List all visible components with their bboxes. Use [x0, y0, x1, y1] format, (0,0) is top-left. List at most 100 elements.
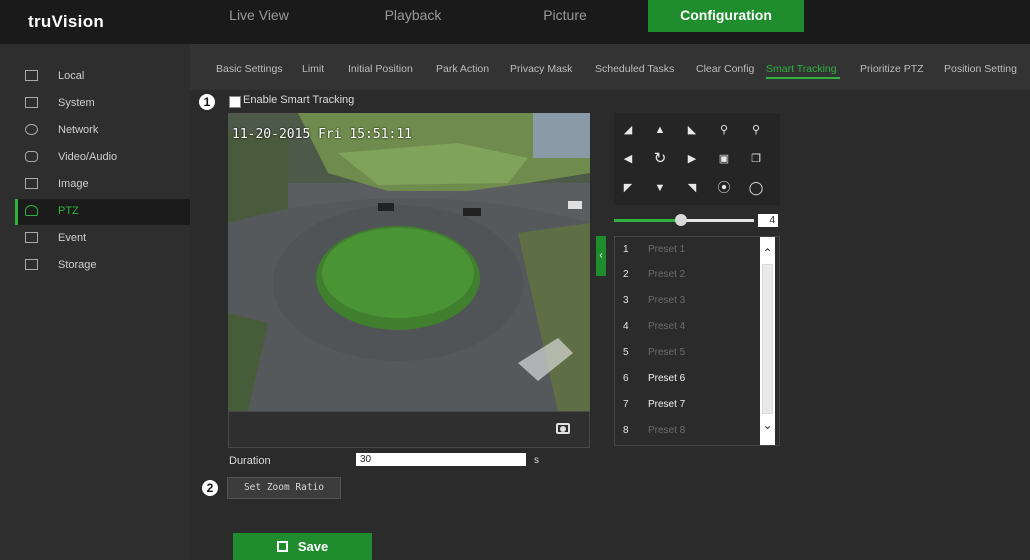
subtab-clear-config[interactable]: Clear Config: [696, 63, 754, 75]
preset-number: 6: [623, 373, 629, 384]
subtab-prioritize-ptz[interactable]: Prioritize PTZ: [860, 63, 924, 75]
monitor-icon: [25, 70, 38, 81]
preset-label: Preset 5: [648, 347, 686, 358]
preset-item[interactable]: 4 Preset 4: [615, 314, 763, 340]
video-timestamp: 11-20-2015 Fri 15:51:11: [232, 127, 413, 142]
save-button[interactable]: Save: [233, 533, 372, 560]
auto-pan-icon[interactable]: ↻: [646, 146, 674, 172]
sidebar-item-local[interactable]: Local: [15, 64, 190, 90]
sidebar-item-ptz[interactable]: PTZ: [15, 199, 190, 225]
callout-2: 2: [202, 480, 218, 496]
preset-number: 2: [623, 269, 629, 280]
focus-far-icon[interactable]: ❐: [742, 146, 770, 172]
ptz-speed-fill: [614, 219, 680, 222]
subtab-limit[interactable]: Limit: [302, 63, 324, 75]
iris-close-icon[interactable]: ◯: [742, 175, 770, 201]
camera-icon[interactable]: [556, 423, 570, 434]
tab-picture[interactable]: Picture: [510, 0, 620, 32]
focus-near-icon[interactable]: ▣: [710, 146, 738, 172]
live-video-view[interactable]: [228, 113, 590, 411]
sidebar-item-label: Storage: [58, 259, 97, 271]
system-icon: [25, 97, 38, 108]
tab-configuration[interactable]: Configuration: [648, 0, 804, 32]
ptz-speed-value: 4: [758, 214, 778, 227]
up-right-arrow-icon[interactable]: ◣: [678, 117, 706, 143]
preset-item[interactable]: 5 Preset 5: [615, 340, 763, 366]
sidebar-item-label: Event: [58, 232, 87, 244]
iris-open-icon[interactable]: ⦿: [710, 175, 738, 201]
collapse-panel-button[interactable]: ‹: [596, 236, 606, 276]
sidebar-item-label: Local: [58, 70, 85, 82]
down-left-arrow-icon[interactable]: ◤: [614, 175, 642, 201]
down-arrow-icon[interactable]: ▼: [646, 175, 674, 201]
down-right-arrow-icon[interactable]: ◥: [678, 175, 706, 201]
preset-list[interactable]: 1 Preset 1 2 Preset 2 3 Preset 3 4 Prese…: [614, 236, 780, 446]
subtab-active-underline: [766, 77, 840, 79]
preset-number: 4: [623, 321, 629, 332]
left-arrow-icon[interactable]: ◀: [614, 146, 642, 172]
preset-number: 5: [623, 347, 629, 358]
up-left-arrow-icon[interactable]: ◢: [614, 117, 642, 143]
sidebar-item-label: Video/Audio: [58, 151, 118, 163]
tab-live-view[interactable]: Live View: [204, 0, 314, 32]
up-arrow-icon[interactable]: ▲: [646, 117, 674, 143]
preset-scrollbar-thumb[interactable]: [762, 264, 773, 414]
sidebar-item-event[interactable]: Event: [15, 226, 190, 252]
sidebar-item-video-audio[interactable]: Video/Audio: [15, 145, 190, 171]
right-arrow-icon[interactable]: ▶: [678, 146, 706, 172]
preset-number: 7: [623, 399, 629, 410]
chevron-down-icon[interactable]: ⌄: [760, 418, 775, 436]
preset-item[interactable]: 6 Preset 6: [615, 366, 763, 392]
sidebar-item-label: Image: [58, 178, 89, 190]
sidebar-item-storage[interactable]: Storage: [15, 253, 190, 279]
preset-item[interactable]: 7 Preset 7: [615, 392, 763, 418]
subtab-position-setting[interactable]: Position Setting: [944, 63, 1017, 75]
subtab-privacy-mask[interactable]: Privacy Mask: [510, 63, 572, 75]
floppy-disk-icon: [276, 541, 288, 552]
trueVision-logo: truVision: [28, 12, 105, 31]
chevron-up-icon[interactable]: ⌃: [760, 246, 775, 264]
video-toolbar: [228, 411, 590, 448]
sidebar-item-label: PTZ: [58, 205, 79, 217]
ptz-camera-icon: [25, 205, 38, 216]
calendar-icon: [25, 232, 38, 243]
subtab-basic-settings[interactable]: Basic Settings: [216, 63, 283, 75]
preset-label: Preset 8: [648, 425, 686, 436]
enable-smart-tracking-label: Enable Smart Tracking: [243, 94, 355, 106]
preset-label: Preset 6: [648, 373, 686, 384]
set-zoom-ratio-button[interactable]: Set Zoom Ratio: [227, 477, 341, 499]
preset-item[interactable]: 8 Preset 8: [615, 418, 763, 444]
preset-number: 1: [623, 244, 629, 255]
duration-label: Duration: [229, 455, 271, 467]
preset-item[interactable]: 3 Preset 3: [615, 288, 763, 314]
tab-playback[interactable]: Playback: [358, 0, 468, 32]
subtab-initial-position[interactable]: Initial Position: [348, 63, 413, 75]
preset-number: 3: [623, 295, 629, 306]
sidebar-item-label: System: [58, 97, 95, 109]
preset-item[interactable]: 1 Preset 1: [615, 237, 763, 263]
sidebar-item-network[interactable]: Network: [15, 118, 190, 144]
subtab-smart-tracking[interactable]: Smart Tracking: [766, 63, 837, 75]
preset-label: Preset 4: [648, 321, 686, 332]
preset-item[interactable]: 2 Preset 2: [615, 262, 763, 288]
callout-1: 1: [199, 94, 215, 110]
zoom-in-icon[interactable]: ⚲: [710, 117, 738, 143]
video-scene: [228, 113, 590, 411]
subtab-scheduled-tasks[interactable]: Scheduled Tasks: [595, 63, 674, 75]
sidebar-item-system[interactable]: System: [15, 91, 190, 117]
preset-label: Preset 7: [648, 399, 686, 410]
save-button-label: Save: [297, 539, 329, 554]
storage-icon: [25, 259, 38, 270]
ptz-speed-knob[interactable]: [675, 214, 687, 226]
enable-smart-tracking-checkbox[interactable]: [229, 96, 241, 108]
zoom-out-icon[interactable]: ⚲: [742, 117, 770, 143]
sidebar-item-image[interactable]: Image: [15, 172, 190, 198]
preset-number: 8: [623, 425, 629, 436]
preset-label: Preset 2: [648, 269, 686, 280]
active-indicator: [15, 199, 18, 225]
globe-icon: [25, 124, 38, 135]
image-icon: [25, 178, 38, 189]
preset-label: Preset 3: [648, 295, 686, 306]
duration-input[interactable]: [356, 453, 526, 466]
subtab-park-action[interactable]: Park Action: [436, 63, 489, 75]
